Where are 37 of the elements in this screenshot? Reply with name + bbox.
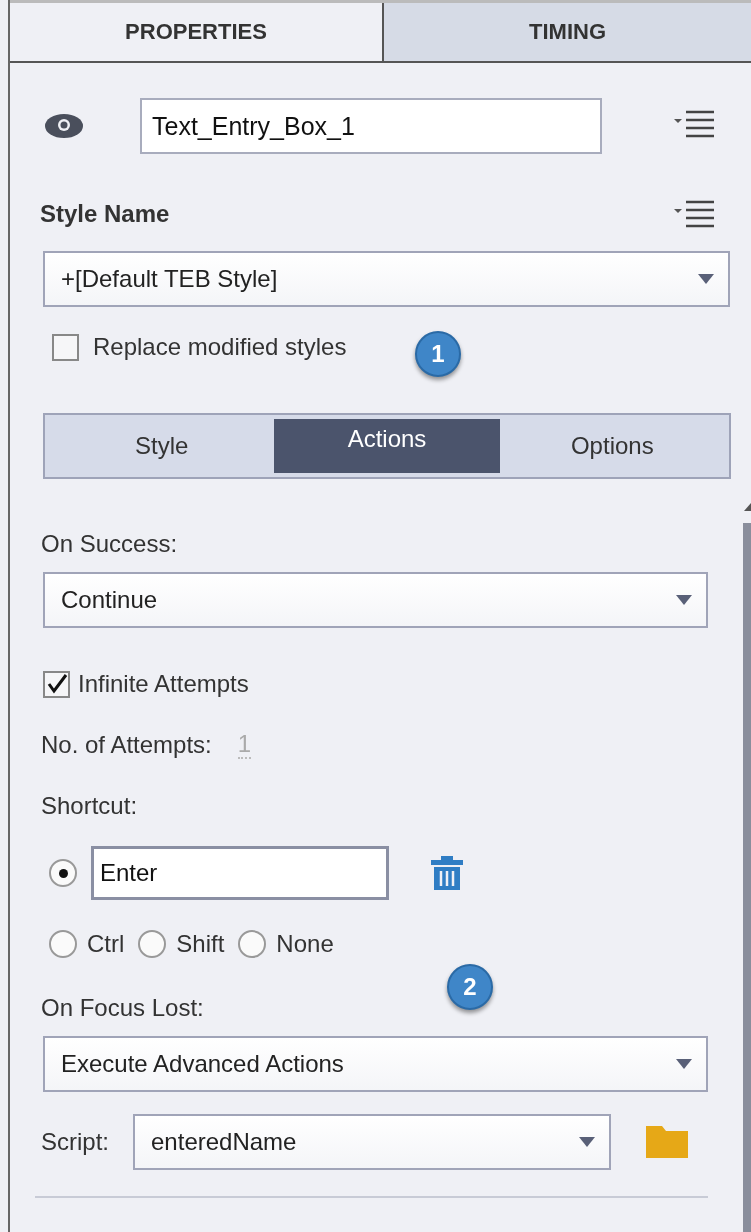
- focus-lost-dropdown[interactable]: Execute Advanced Actions: [43, 1036, 708, 1092]
- callout-badge: 2: [447, 964, 493, 1010]
- panel-menu-icon[interactable]: [674, 110, 716, 138]
- panel-tab[interactable]: TIMING: [382, 3, 751, 61]
- checkbox[interactable]: [52, 333, 79, 361]
- tab[interactable]: Options: [499, 419, 725, 473]
- field-label: On Focus Lost:: [41, 994, 204, 1022]
- panel-menu-icon[interactable]: [674, 200, 716, 228]
- caret-icon: [676, 1059, 692, 1069]
- trash-icon[interactable]: [431, 856, 463, 890]
- caret-icon: [698, 274, 714, 284]
- tab[interactable]: Actions: [274, 419, 500, 473]
- field-label: On Success:: [41, 530, 179, 558]
- field-label: Shortcut:: [41, 792, 139, 820]
- caret-icon: [676, 595, 692, 605]
- checkbox[interactable]: [43, 670, 70, 698]
- success-dropdown[interactable]: Continue: [43, 572, 708, 628]
- radio-button[interactable]: [49, 859, 77, 887]
- callout-badge: 1: [415, 331, 461, 377]
- radio-button[interactable]: [238, 930, 267, 958]
- style-dropdown[interactable]: +[Default TEB Style]: [43, 251, 730, 307]
- radio-button[interactable]: [49, 930, 77, 958]
- checkbox-label: Replace modified styles: [93, 333, 347, 361]
- radio-label: Shift: [176, 930, 225, 958]
- caret-icon: [579, 1137, 595, 1147]
- field-label: No. of Attempts:: [41, 731, 212, 759]
- eye-icon[interactable]: [45, 114, 83, 138]
- tab[interactable]: Style: [49, 419, 275, 473]
- section-title: Style Name: [40, 200, 170, 228]
- radio-label: Ctrl: [87, 930, 125, 958]
- radio-button[interactable]: [138, 930, 167, 958]
- name-field[interactable]: Text_Entry_Box_1: [140, 98, 602, 154]
- script-dropdown[interactable]: enteredName: [133, 1114, 611, 1170]
- radio-label: None: [276, 930, 334, 958]
- field-label: Script:: [41, 1128, 109, 1156]
- shortcut-field[interactable]: Enter: [91, 846, 389, 900]
- checkbox-label: Infinite Attempts: [78, 670, 249, 698]
